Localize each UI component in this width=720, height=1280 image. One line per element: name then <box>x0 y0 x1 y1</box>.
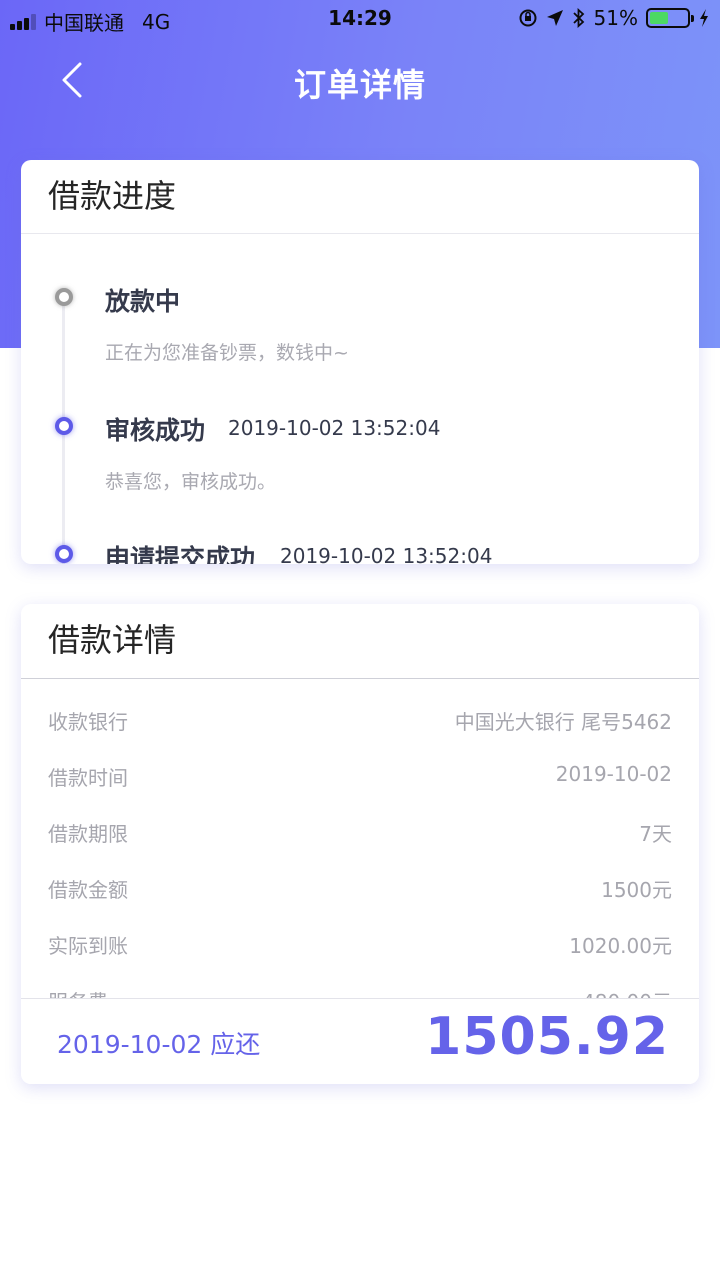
detail-row: 借款金额 1500元 <box>21 866 699 906</box>
detail-value: 1500元 <box>601 878 672 902</box>
detail-value: 中国光大银行 尾号5462 <box>454 710 672 734</box>
status-bar: 中国联通 4G 14:29 51% <box>0 0 720 38</box>
detail-label: 借款期限 <box>48 822 128 846</box>
location-arrow-icon <box>546 10 563 26</box>
detail-label: 借款时间 <box>48 766 128 790</box>
loan-progress-card: 借款进度 放款中 正在为您准备钞票，数钱中~ 审核成功 2019-10-02 1… <box>21 160 699 564</box>
detail-label: 借款金额 <box>48 878 128 902</box>
detail-row: 借款时间 2019-10-02 <box>21 754 699 794</box>
step-description: 恭喜您，审核成功。 <box>105 471 277 493</box>
detail-value: 480.00元 <box>582 986 672 998</box>
step-status: 申请提交成功 <box>105 544 256 564</box>
repayment-amount: 1505.92 <box>425 1007 669 1067</box>
detail-row: 实际到账 1020.00元 <box>21 922 699 962</box>
detail-value: 7天 <box>639 822 672 846</box>
timeline-dot-icon <box>55 545 73 563</box>
repayment-summary: 2019-10-02 应还 1505.92 <box>21 998 699 1084</box>
status-right: 51% <box>518 6 710 30</box>
timeline-dot-icon <box>55 288 73 306</box>
step-time: 2019-10-02 13:52:04 <box>228 416 441 440</box>
loan-detail-card: 借款详情 收款银行 中国光大银行 尾号5462 借款时间 2019-10-02 … <box>21 604 699 1084</box>
detail-list: 收款银行 中国光大银行 尾号5462 借款时间 2019-10-02 借款期限 … <box>21 680 699 998</box>
detail-row: 收款银行 中国光大银行 尾号5462 <box>21 698 699 738</box>
detail-label: 实际到账 <box>48 934 128 958</box>
battery-level <box>650 12 669 24</box>
step-status: 放款中 <box>105 287 181 316</box>
step-description: 正在为您准备钞票，数钱中~ <box>105 342 349 364</box>
progress-timeline: 放款中 正在为您准备钞票，数钱中~ 审核成功 2019-10-02 13:52:… <box>21 234 699 564</box>
lock-rotation-icon <box>519 9 537 27</box>
step-status: 审核成功 <box>105 416 206 445</box>
due-date-label: 2019-10-02 应还 <box>57 1030 261 1059</box>
detail-label: 收款银行 <box>48 710 128 734</box>
battery-percent: 51% <box>593 6 638 30</box>
detail-row: 服务费 480.00元 <box>21 978 699 998</box>
progress-card-title: 借款进度 <box>21 160 699 234</box>
page-title: 订单详情 <box>293 66 426 104</box>
detail-value: 2019-10-02 <box>555 762 672 786</box>
timeline-dot-icon <box>55 417 73 435</box>
charging-icon <box>700 9 708 27</box>
battery-icon <box>646 8 694 28</box>
detail-row: 借款期限 7天 <box>21 810 699 850</box>
detail-label: 服务费 <box>48 986 108 998</box>
detail-card-title: 借款详情 <box>21 604 699 679</box>
step-time: 2019-10-02 13:52:04 <box>280 544 493 564</box>
bluetooth-icon <box>572 8 584 28</box>
detail-value: 1020.00元 <box>569 934 672 958</box>
